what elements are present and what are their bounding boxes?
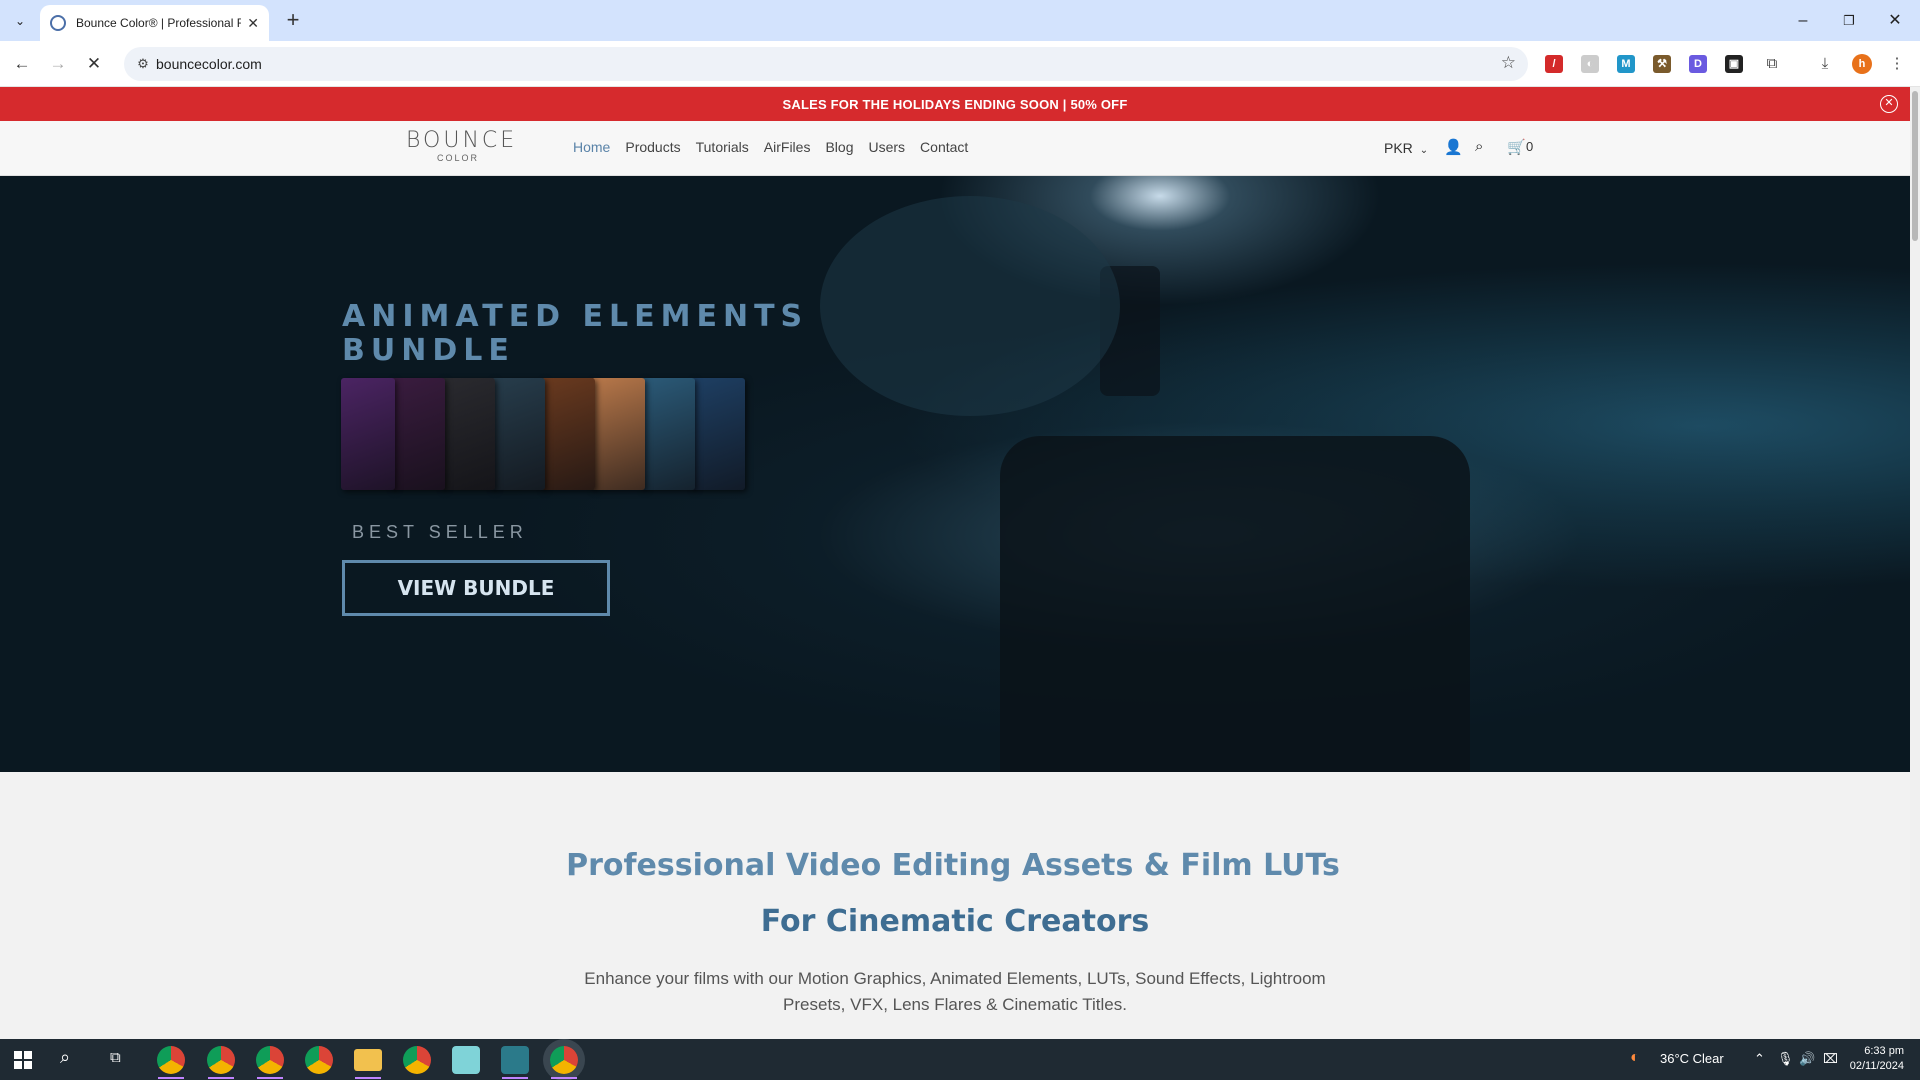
extension-tools-icon[interactable]: ⚒	[1653, 55, 1671, 73]
cart-count[interactable]: 0	[1526, 139, 1533, 154]
taskbar-file-explorer-icon[interactable]	[354, 1049, 382, 1071]
nav-contact[interactable]: Contact	[920, 139, 968, 155]
promo-text[interactable]: SALES FOR THE HOLIDAYS ENDING SOON | 50%…	[783, 97, 1128, 112]
logo-subtext: COLOR	[436, 153, 479, 163]
site-favicon-icon	[50, 15, 66, 31]
extension-grey-icon[interactable]: ◐	[1581, 55, 1599, 73]
tray-overflow-chevron-icon[interactable]: ⌃	[1754, 1051, 1765, 1067]
product-box	[341, 378, 395, 490]
nav-blog[interactable]: Blog	[825, 139, 853, 155]
hero-title: ANIMATED ELEMENTS BUNDLE	[342, 299, 809, 368]
tab-title: Bounce Color® | Professional F	[76, 16, 242, 30]
windows-taskbar: ⌕ ⧉ ◐ 36°C Clear ⌃ 🎙 🔊 ⌧ 6:33 pm 02/11/2…	[0, 1039, 1920, 1080]
hero-camera-rig-image	[1000, 436, 1470, 772]
scrollbar-thumb[interactable]	[1912, 91, 1918, 241]
extension-m-icon[interactable]: M	[1617, 55, 1635, 73]
intro-heading-primary: Professional Video Editing Assets & Film…	[566, 848, 1340, 883]
network-icon[interactable]: ⌧	[1823, 1051, 1838, 1067]
page-scrollbar[interactable]	[1910, 87, 1920, 1039]
nav-airfiles[interactable]: AirFiles	[764, 139, 811, 155]
product-box	[691, 378, 745, 490]
clock-time: 6:33 pm	[1864, 1045, 1904, 1057]
taskbar-chrome-profile-5-icon[interactable]	[403, 1046, 431, 1074]
intro-section: Professional Video Editing Assets & Film…	[0, 772, 1910, 1039]
extension-d-icon[interactable]: D	[1689, 55, 1707, 73]
cart-icon[interactable]: 🛒	[1507, 138, 1526, 156]
task-view-icon[interactable]: ⧉	[110, 1049, 121, 1066]
clock-date: 02/11/2024	[1849, 1060, 1904, 1072]
url-text[interactable]: bouncecolor.com	[156, 56, 262, 72]
tab-search-button[interactable]: ⌄	[8, 9, 32, 33]
taskbar-chrome-profile-2-icon[interactable]	[207, 1046, 235, 1074]
tab-close-icon[interactable]: ✕	[247, 15, 259, 32]
hero-banner: ANIMATED ELEMENTS BUNDLE BEST SELLER VIE…	[0, 176, 1910, 772]
promo-close-icon[interactable]: ✕	[1880, 95, 1898, 113]
intro-heading-secondary: For Cinematic Creators	[760, 904, 1150, 939]
product-boxes-image	[341, 378, 777, 496]
main-nav: Home Products Tutorials AirFiles Blog Us…	[573, 139, 968, 155]
site-header: BOUNCE COLOR Home Products Tutorials Air…	[0, 121, 1910, 176]
site-info-icon[interactable]: ⚙	[134, 55, 152, 73]
browser-toolbar: ← → ✕ ⚙ bouncecolor.com ☆ / ◐ M ⚒ D ▣ ⧉ …	[0, 41, 1920, 87]
best-seller-label: BEST SELLER	[352, 522, 528, 542]
taskbar-search-icon[interactable]: ⌕	[60, 1047, 70, 1068]
taskbar-notepad-icon[interactable]	[452, 1046, 480, 1074]
windows-start-icon[interactable]	[14, 1051, 32, 1069]
taskbar-chrome-active-icon[interactable]	[550, 1046, 578, 1074]
weather-icon[interactable]: ◐	[1630, 1049, 1640, 1067]
chevron-down-icon: ⌄	[1419, 145, 1429, 156]
product-box	[441, 378, 495, 490]
close-window-button[interactable]: ✕	[1872, 6, 1918, 36]
hero-hand-image	[820, 196, 1120, 416]
site-logo[interactable]: BOUNCE COLOR	[406, 128, 518, 167]
extensions-puzzle-icon[interactable]: ⧉	[1761, 53, 1783, 75]
system-clock[interactable]: 6:33 pm 02/11/2024	[1850, 1044, 1904, 1074]
address-bar[interactable]: ⚙ bouncecolor.com ☆	[124, 47, 1528, 81]
profile-avatar[interactable]: h	[1852, 54, 1872, 74]
microphone-icon[interactable]: 🎙	[1777, 1051, 1794, 1067]
currency-value: PKR	[1384, 140, 1413, 156]
nav-tutorials[interactable]: Tutorials	[696, 139, 749, 155]
view-bundle-button[interactable]: VIEW BUNDLE	[342, 560, 610, 616]
taskbar-chrome-profile-3-icon[interactable]	[256, 1046, 284, 1074]
product-box	[591, 378, 645, 490]
downloads-icon[interactable]: ⤓	[1814, 53, 1836, 75]
restore-button[interactable]: ❐	[1826, 6, 1872, 36]
stop-loading-icon[interactable]: ✕	[80, 50, 108, 78]
account-icon[interactable]: 👤	[1444, 138, 1463, 156]
extension-pen-icon[interactable]: /	[1545, 55, 1563, 73]
volume-icon[interactable]: 🔊	[1799, 1051, 1815, 1067]
promo-banner: SALES FOR THE HOLIDAYS ENDING SOON | 50%…	[0, 87, 1910, 121]
product-box	[391, 378, 445, 490]
search-icon[interactable]: ⌕	[1475, 138, 1483, 155]
product-box	[491, 378, 545, 490]
weather-text[interactable]: 36°C Clear	[1660, 1051, 1724, 1066]
bookmark-star-icon[interactable]: ☆	[1501, 53, 1516, 73]
product-box	[541, 378, 595, 490]
taskbar-chrome-icon[interactable]	[157, 1046, 185, 1074]
browser-tab-active[interactable]: Bounce Color® | Professional F ✕	[40, 5, 269, 41]
nav-users[interactable]: Users	[868, 139, 905, 155]
product-box	[641, 378, 695, 490]
nav-products[interactable]: Products	[625, 139, 680, 155]
minimize-button[interactable]: –	[1780, 6, 1826, 36]
back-icon[interactable]: ←	[8, 50, 36, 78]
logo-wordmark: BOUNCE	[406, 128, 518, 153]
currency-selector[interactable]: PKR ⌄	[1384, 140, 1428, 156]
nav-home[interactable]: Home	[573, 139, 610, 155]
forward-icon[interactable]: →	[44, 50, 72, 78]
intro-paragraph: Enhance your films with our Motion Graph…	[584, 969, 1326, 1014]
taskbar-app-icon[interactable]	[501, 1046, 529, 1074]
taskbar-chrome-profile-4-icon[interactable]	[305, 1046, 333, 1074]
menu-kebab-icon[interactable]: ⋮	[1886, 53, 1908, 75]
browser-tabstrip: ⌄ Bounce Color® | Professional F ✕ + – ❐…	[0, 0, 1920, 41]
new-tab-button[interactable]: +	[280, 8, 306, 34]
extension-dark-icon[interactable]: ▣	[1725, 55, 1743, 73]
